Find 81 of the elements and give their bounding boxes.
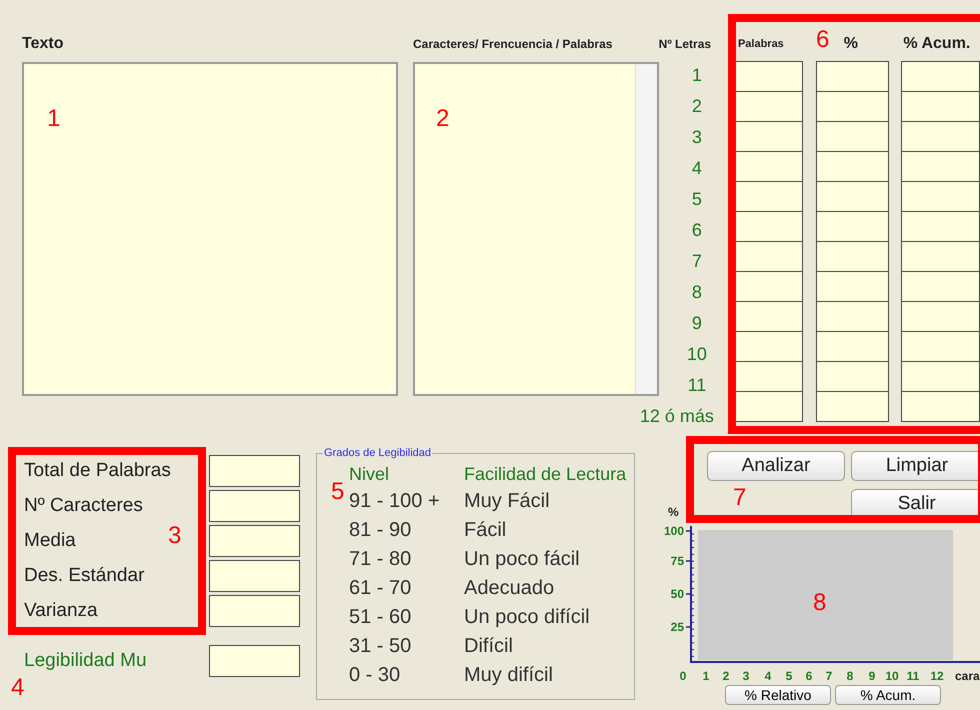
analyze-button[interactable]: Analizar bbox=[707, 451, 845, 481]
tick-label: 8 bbox=[846, 669, 854, 683]
table-cell-text: Fácil bbox=[464, 518, 508, 543]
row-label: 11 bbox=[686, 374, 708, 397]
table-cell-text: Difícil bbox=[464, 634, 514, 659]
callout-number: 1 bbox=[47, 104, 60, 134]
tick-label: 9 bbox=[868, 669, 876, 683]
panel-title: Texto bbox=[22, 34, 64, 54]
text-input-field[interactable] bbox=[22, 62, 398, 396]
tick-label: 1 bbox=[702, 669, 710, 683]
tick-label: 6 bbox=[806, 669, 812, 683]
input-field[interactable] bbox=[209, 490, 300, 522]
row-label: 7 bbox=[690, 250, 703, 273]
column-header: % Acum. bbox=[903, 34, 970, 54]
input-field[interactable] bbox=[209, 560, 300, 592]
row-label: 10 bbox=[686, 343, 708, 366]
chart-toggle-button[interactable]: % Acum. bbox=[835, 685, 941, 705]
callout-number: 2 bbox=[436, 104, 450, 134]
table-cell-text: Un poco difícil bbox=[464, 605, 591, 630]
column-header: % bbox=[844, 34, 858, 54]
panel-title: Caracteres/ Frencuencia / Palabras bbox=[413, 36, 612, 53]
table-cell-text: Un poco fácil bbox=[464, 547, 581, 572]
chart-toggle-button[interactable]: % Relativo bbox=[725, 685, 831, 705]
column-header: Nivel bbox=[349, 463, 390, 486]
field-label: Media bbox=[24, 529, 76, 553]
tick-label: 0 bbox=[680, 669, 686, 683]
table-cell-text: Muy difícil bbox=[464, 663, 554, 688]
field-label: Nº Caracteres bbox=[24, 494, 143, 518]
tick-label: 4 bbox=[764, 669, 772, 683]
panel-title: Grados de Legibilidad bbox=[323, 447, 432, 459]
clear-button[interactable]: Limpiar bbox=[850, 451, 980, 481]
field-label: Total de Palabras bbox=[24, 459, 171, 483]
tick-label: 25 bbox=[670, 620, 684, 634]
table-cell-text: 51 - 60 bbox=[349, 605, 412, 630]
row-label: 12 ó más bbox=[640, 405, 714, 428]
row-label: 3 bbox=[690, 126, 703, 149]
row-label: 8 bbox=[690, 281, 703, 304]
tick-label: 10 bbox=[885, 669, 899, 683]
axis-unit: % bbox=[667, 505, 680, 519]
column-header: Nº Letras bbox=[658, 36, 712, 53]
axis-label: cara bbox=[955, 669, 980, 683]
input-field[interactable] bbox=[209, 645, 300, 677]
table-cell-text: 61 - 70 bbox=[349, 576, 412, 601]
callout-number: 8 bbox=[813, 588, 826, 618]
table-cell-text: 71 - 80 bbox=[349, 547, 412, 572]
row-label: 6 bbox=[690, 219, 703, 242]
row-label: 1 bbox=[690, 64, 703, 87]
list-box[interactable] bbox=[413, 62, 659, 396]
column-header: Facilidad de Lectura bbox=[464, 463, 628, 486]
tick-label: 3 bbox=[742, 669, 750, 683]
table-cell-text: 91 - 100 + bbox=[349, 489, 441, 514]
tick-label: 50 bbox=[670, 587, 684, 601]
tick-label: 7 bbox=[826, 669, 832, 683]
field-label: Legibilidad Mu bbox=[24, 649, 147, 673]
callout-number: 6 bbox=[816, 25, 830, 55]
callout-number: 7 bbox=[733, 483, 746, 513]
tick-label: 11 bbox=[906, 669, 920, 683]
table-cell-text: Adecuado bbox=[464, 576, 556, 601]
row-label: 9 bbox=[690, 312, 703, 335]
field-label: Varianza bbox=[24, 599, 98, 623]
field-label: Des. Estándar bbox=[24, 564, 144, 588]
table-cell-text: 81 - 90 bbox=[349, 518, 412, 543]
row-label: 4 bbox=[690, 157, 703, 180]
input-field[interactable] bbox=[209, 455, 300, 487]
scrollbar[interactable] bbox=[634, 64, 657, 394]
input-field[interactable] bbox=[209, 525, 300, 557]
callout-number: 4 bbox=[11, 673, 24, 703]
tick-label: 100 bbox=[664, 524, 684, 538]
tick-label: 2 bbox=[722, 669, 730, 683]
table-cell-text: Muy Fácil bbox=[464, 489, 551, 514]
tick-label: 75 bbox=[670, 554, 684, 568]
input-field[interactable] bbox=[209, 595, 300, 627]
table-cell-text: 31 - 50 bbox=[349, 634, 412, 659]
callout-number: 5 bbox=[331, 477, 344, 507]
callout-number: 3 bbox=[168, 521, 182, 551]
tick-label: 5 bbox=[786, 669, 792, 683]
column-header: Palabras bbox=[738, 37, 784, 52]
table-cell-text: 0 - 30 bbox=[349, 663, 402, 688]
tick-label: 12 bbox=[930, 669, 944, 683]
row-label: 5 bbox=[690, 188, 703, 211]
row-label: 2 bbox=[690, 95, 703, 118]
